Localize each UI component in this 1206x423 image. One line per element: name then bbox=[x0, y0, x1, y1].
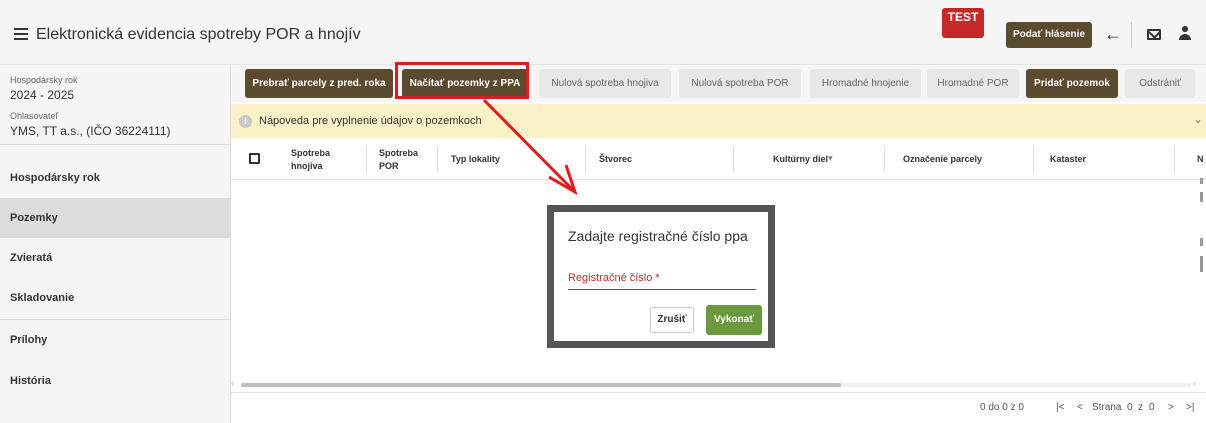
header-divider bbox=[1131, 22, 1132, 48]
sidebar-item-zvierata[interactable]: Zvieratá bbox=[0, 238, 231, 278]
copy-parcels-button[interactable]: Prebrať parcely z pred. roka bbox=[245, 69, 393, 98]
info-icon: i bbox=[239, 115, 252, 128]
column-divider bbox=[1033, 146, 1034, 172]
col-next-truncated[interactable]: N bbox=[1197, 154, 1204, 164]
pagination: 0 do 0 z 0 |< < Strana 0 z 0 > >| bbox=[231, 392, 1206, 423]
sidebar-item-historia[interactable]: História bbox=[0, 361, 231, 401]
registration-dialog: Zadajte registračné číslo ppa Registračn… bbox=[554, 212, 768, 341]
table-header: Spotreba hnojiva Spotreba POR Typ lokali… bbox=[231, 138, 1206, 180]
col-parcel-id[interactable]: Označenie parcely bbox=[903, 154, 982, 164]
test-badge: TEST bbox=[942, 8, 984, 38]
mail-icon[interactable] bbox=[1147, 29, 1161, 40]
zero-fertilizer-button[interactable]: Nulová spotreba hnojiva bbox=[539, 69, 671, 98]
zero-por-button[interactable]: Nulová spotreba POR bbox=[679, 69, 801, 98]
col-fertilizer-line2[interactable]: hnojiva bbox=[291, 161, 323, 171]
col-cadastre[interactable]: Kataster bbox=[1050, 154, 1086, 164]
col-locality-type[interactable]: Typ lokality bbox=[451, 154, 500, 164]
add-land-button[interactable]: Pridať pozemok bbox=[1026, 69, 1118, 98]
column-divider bbox=[437, 146, 438, 172]
sidebar-item-skladovanie[interactable]: Skladovanie bbox=[0, 278, 231, 318]
year-value: 2024 - 2025 bbox=[10, 88, 75, 102]
scroll-right-icon[interactable]: › bbox=[1193, 378, 1196, 388]
highlight-frame bbox=[395, 62, 529, 99]
sidebar-item-prilohy[interactable]: Prílohy bbox=[0, 320, 231, 360]
column-divider bbox=[585, 146, 586, 172]
arrow-left-icon[interactable]: ← bbox=[1104, 24, 1122, 45]
horizontal-scrollbar[interactable]: ‹ › bbox=[231, 378, 1206, 390]
sidebar-item-hospodarsky-rok[interactable]: Hospodársky rok bbox=[0, 158, 231, 198]
dialog-title: Zadajte registračné číslo ppa bbox=[568, 228, 748, 244]
next-page-icon[interactable]: > bbox=[1168, 402, 1174, 413]
menu-icon[interactable] bbox=[14, 28, 28, 40]
col-culture-part[interactable]: Kultúrny diel bbox=[773, 154, 828, 164]
toolbar: Prebrať parcely z pred. roka Načítať poz… bbox=[231, 65, 1206, 102]
sort-down-icon[interactable]: ▾ bbox=[828, 153, 833, 164]
column-divider bbox=[366, 146, 367, 172]
user-icon[interactable] bbox=[1178, 26, 1192, 42]
help-text: Nápoveda pre vyplnenie údajov o pozemkoc… bbox=[259, 115, 482, 127]
execute-button[interactable]: Vykonať bbox=[706, 305, 762, 335]
pagination-range: 0 do 0 z 0 bbox=[980, 402, 1024, 413]
vertical-scroll-marks bbox=[1198, 170, 1206, 290]
submit-report-button[interactable]: Podať hlásenie bbox=[1006, 22, 1092, 48]
column-divider bbox=[884, 146, 885, 172]
last-page-icon[interactable]: >| bbox=[1186, 402, 1194, 413]
page-number: 0 bbox=[1127, 402, 1133, 413]
page-label: Strana bbox=[1092, 402, 1122, 413]
scroll-thumb[interactable] bbox=[241, 383, 841, 387]
page-of: z bbox=[1138, 402, 1143, 413]
sidebar: Hospodársky rok 2024 - 2025 Ohlasovateľ … bbox=[0, 65, 231, 423]
chevron-down-icon[interactable]: ⌄ bbox=[1193, 112, 1203, 126]
column-divider bbox=[1174, 146, 1175, 172]
reporter-label: Ohlasovateľ bbox=[10, 111, 59, 121]
year-label: Hospodársky rok bbox=[10, 75, 78, 85]
sidebar-divider bbox=[0, 144, 231, 145]
reporter-value: YMS, TT a.s., (IČO 36224111) bbox=[10, 124, 171, 138]
bulk-fertilizing-button[interactable]: Hromadné hnojenie bbox=[810, 69, 921, 98]
col-square[interactable]: Štvorec bbox=[599, 154, 632, 164]
column-divider bbox=[733, 146, 734, 172]
prev-page-icon[interactable]: < bbox=[1077, 402, 1083, 413]
scroll-left-icon[interactable]: ‹ bbox=[231, 378, 234, 388]
sidebar-item-pozemky[interactable]: Pozemky bbox=[0, 198, 231, 238]
cancel-button[interactable]: Zrušiť bbox=[650, 307, 694, 333]
col-por-line1[interactable]: Spotreba bbox=[379, 148, 418, 158]
col-por-line2[interactable]: POR bbox=[379, 161, 399, 171]
select-all-checkbox[interactable] bbox=[249, 153, 260, 164]
page-total: 0 bbox=[1149, 402, 1155, 413]
first-page-icon[interactable]: |< bbox=[1056, 402, 1064, 413]
registration-number-input[interactable]: Registračné číslo * bbox=[568, 272, 756, 290]
remove-button[interactable]: Odstrániť bbox=[1125, 69, 1195, 98]
app-header: Elektronická evidencia spotreby POR a hn… bbox=[0, 0, 1206, 65]
col-fertilizer-line1[interactable]: Spotreba bbox=[291, 148, 330, 158]
help-bar[interactable]: i Nápoveda pre vyplnenie údajov o pozemk… bbox=[231, 104, 1206, 138]
bulk-por-button[interactable]: Hromadné POR bbox=[927, 69, 1019, 98]
app-title: Elektronická evidencia spotreby POR a hn… bbox=[36, 26, 361, 43]
